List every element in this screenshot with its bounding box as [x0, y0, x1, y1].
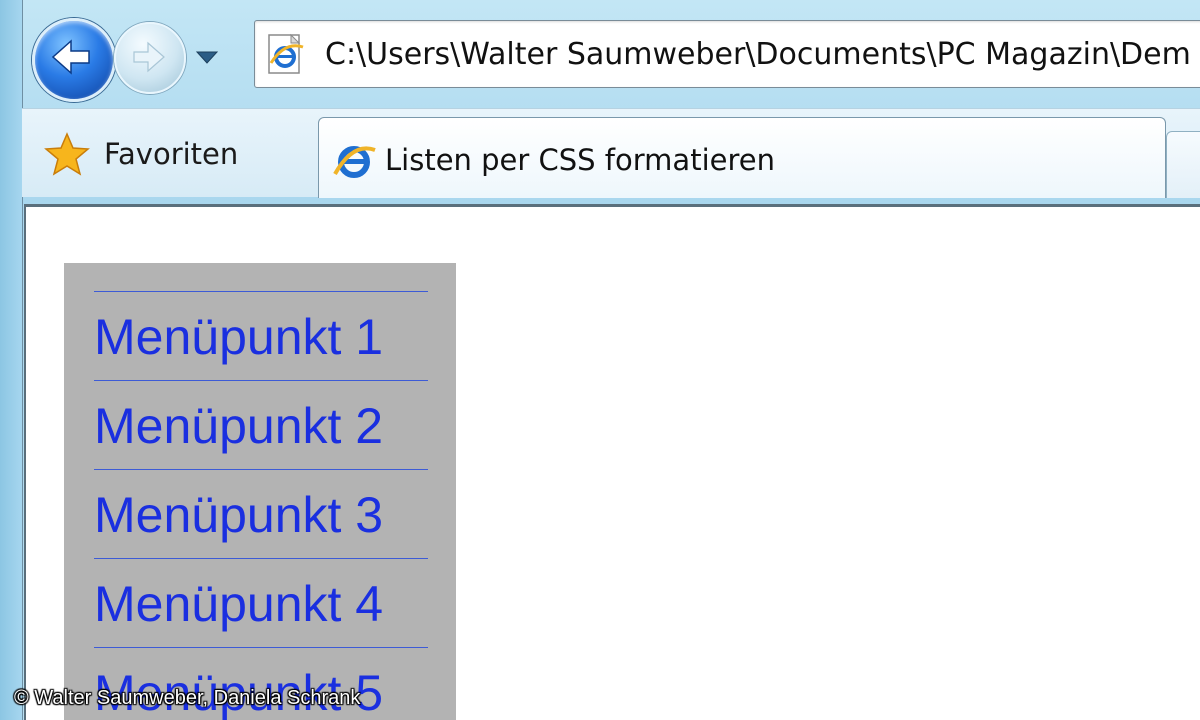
arrow-left-icon: [51, 39, 90, 75]
menu-link-3[interactable]: Menüpunkt 3: [94, 486, 383, 544]
chevron-down-icon: [195, 51, 219, 64]
list-item: Menüpunkt 2: [94, 381, 428, 470]
recent-pages-dropdown[interactable]: [194, 46, 220, 68]
browser-window: C:\Users\Walter Saumweber\Documents\PC M…: [0, 0, 1200, 720]
new-tab-button[interactable]: [1166, 131, 1200, 198]
favorites-button[interactable]: Favoriten: [44, 129, 238, 179]
back-button[interactable]: [32, 18, 116, 102]
list-item: Menüpunkt 3: [94, 470, 428, 559]
address-text: C:\Users\Walter Saumweber\Documents\PC M…: [325, 37, 1191, 72]
menu-link-2[interactable]: Menüpunkt 2: [94, 397, 383, 455]
internet-explorer-icon: [333, 146, 376, 178]
arrow-right-icon: [133, 41, 165, 73]
address-bar[interactable]: C:\Users\Walter Saumweber\Documents\PC M…: [254, 20, 1200, 88]
page-content: Menüpunkt 1 Menüpunkt 2 Menüpunkt 3 Menü…: [24, 204, 1200, 720]
menu-list: Menüpunkt 1 Menüpunkt 2 Menüpunkt 3 Menü…: [94, 291, 428, 720]
menu-link-4[interactable]: Menüpunkt 4: [94, 575, 383, 633]
menu-container: Menüpunkt 1 Menüpunkt 2 Menüpunkt 3 Menü…: [64, 263, 456, 720]
menu-link-1[interactable]: Menüpunkt 1: [94, 308, 383, 366]
forward-button[interactable]: [114, 22, 186, 94]
internet-explorer-icon: [268, 33, 304, 74]
star-icon: [44, 132, 90, 176]
favorites-bar: Favoriten Listen per CSS formatieren: [22, 108, 1200, 198]
tab-title: Listen per CSS formatieren: [385, 143, 775, 177]
list-item: Menüpunkt 4: [94, 559, 428, 648]
navigation-bar: C:\Users\Walter Saumweber\Documents\PC M…: [22, 0, 1200, 108]
favorites-label: Favoriten: [104, 137, 239, 171]
window-border: [0, 0, 23, 720]
copyright-credit: © Walter Saumweber, Daniela Schrank: [14, 687, 361, 709]
list-item: Menüpunkt 1: [94, 292, 428, 381]
tab-active[interactable]: Listen per CSS formatieren: [318, 117, 1166, 198]
